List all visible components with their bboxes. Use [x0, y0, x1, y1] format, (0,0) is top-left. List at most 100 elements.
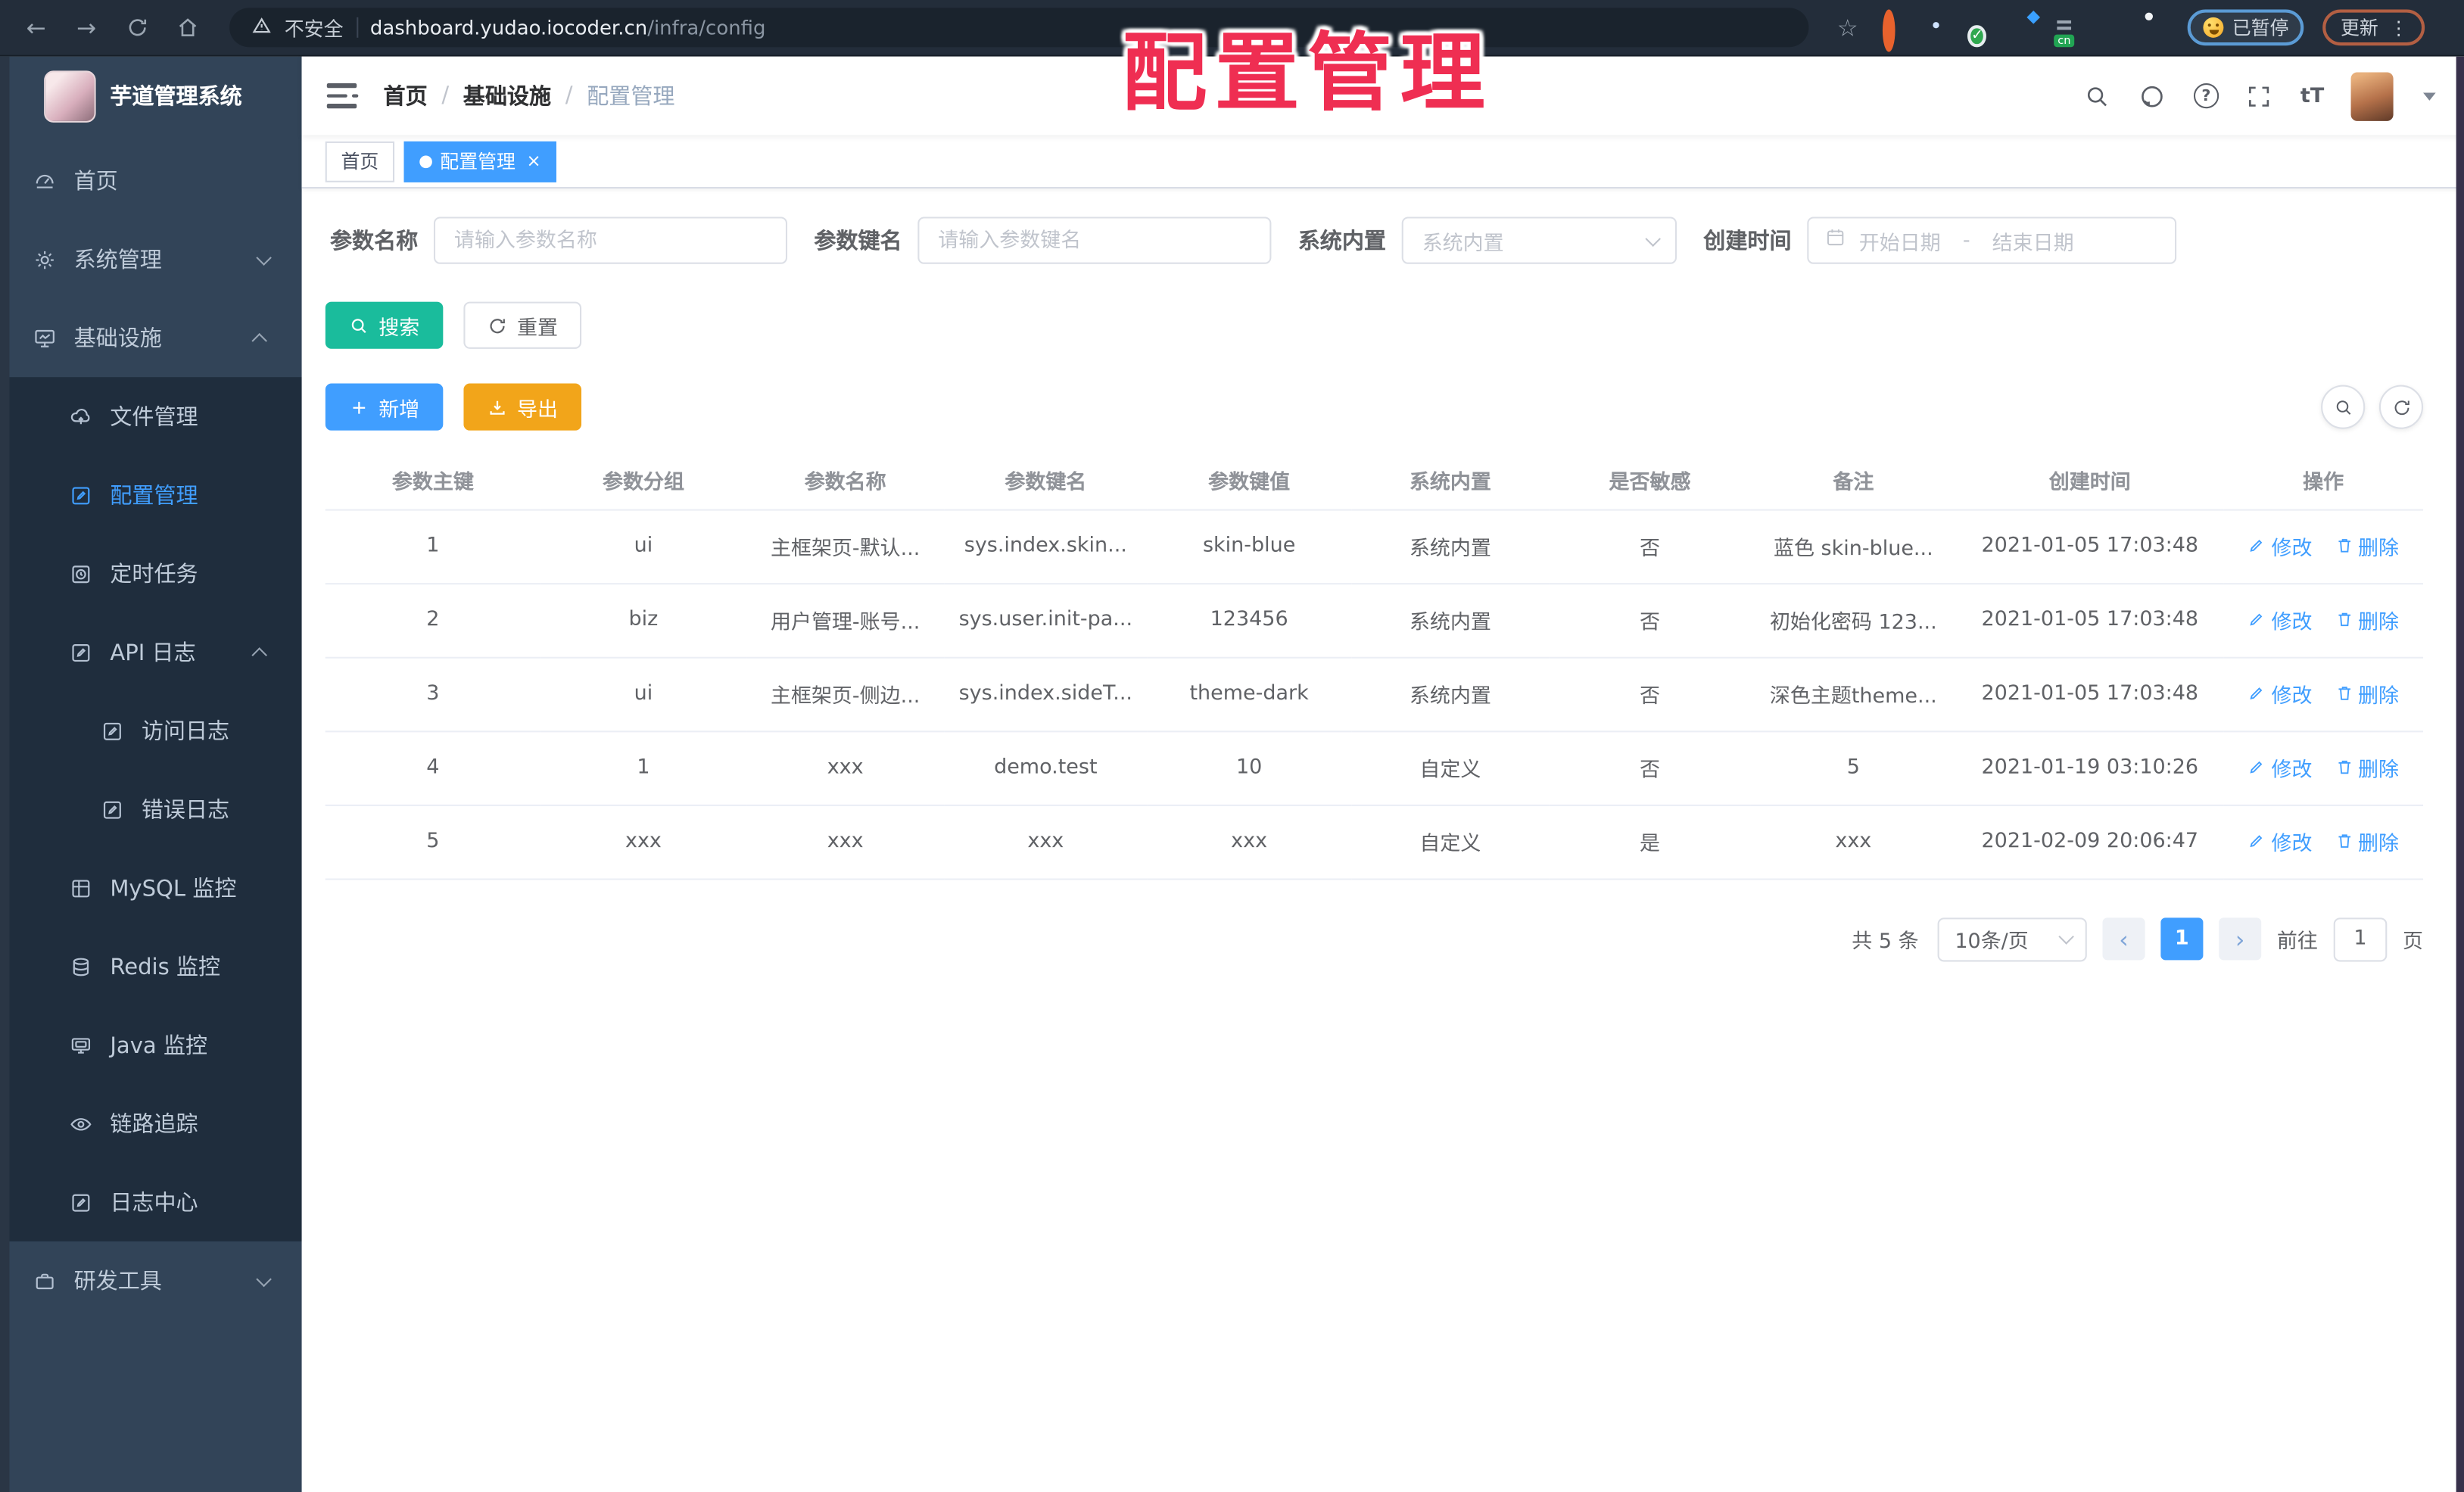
sidebar-item-file-manage[interactable]: 文件管理: [0, 377, 302, 456]
bookmark-star-icon[interactable]: ☆: [1837, 14, 1858, 42]
delete-link[interactable]: 删除: [2335, 826, 2399, 856]
user-avatar[interactable]: [2350, 71, 2394, 120]
cell-group: ui: [540, 509, 746, 584]
edit-link[interactable]: 修改: [2248, 678, 2312, 709]
param-name-label: 参数名称: [329, 229, 419, 255]
delete-link[interactable]: 删除: [2335, 752, 2399, 782]
sidebar-item-access-log[interactable]: 访问日志: [0, 691, 302, 770]
sidebar-item-mysql-monitor[interactable]: MySQL 监控: [0, 849, 302, 927]
tab-home[interactable]: 首页: [325, 140, 395, 182]
github-icon[interactable]: [2138, 82, 2167, 110]
delete-link[interactable]: 删除: [2335, 678, 2399, 709]
column-header: 参数分组: [540, 452, 746, 510]
extension-icon-green-sprout[interactable]: [2095, 15, 2120, 40]
refresh-icon: [128, 19, 146, 36]
browser-home-button[interactable]: [167, 7, 207, 48]
paused-extension-badge[interactable]: 已暂停: [2188, 9, 2305, 46]
goto-page-input[interactable]: [2333, 917, 2388, 961]
tab-close-icon[interactable]: ×: [526, 151, 540, 169]
sidebar-item-java-monitor[interactable]: Java 监控: [0, 1006, 302, 1085]
sidebar-item-infra[interactable]: 基础设施: [0, 298, 302, 377]
search-button[interactable]: 搜索: [325, 301, 444, 349]
edit-link[interactable]: 修改: [2248, 752, 2312, 782]
delete-link[interactable]: 删除: [2335, 605, 2399, 634]
app-logo-row[interactable]: 芋道管理系统: [0, 57, 302, 135]
prev-page-button[interactable]: ‹: [2102, 917, 2145, 961]
extension-icon-orange-ring[interactable]: [1883, 8, 1908, 51]
tab-config-manage[interactable]: 配置管理 ×: [403, 140, 557, 182]
breadcrumb-separator: /: [441, 83, 450, 109]
refresh-table-button[interactable]: [2378, 385, 2424, 429]
sidebar-item-dev-tools[interactable]: 研发工具: [0, 1241, 302, 1320]
breadcrumb-infra[interactable]: 基础设施: [463, 80, 551, 112]
cell-created: 2021-01-05 17:03:48: [1956, 656, 2224, 732]
edit-square-icon: [69, 1190, 92, 1213]
sidebar-item-home[interactable]: 首页: [0, 142, 302, 220]
browser-refresh-button[interactable]: [117, 7, 157, 48]
fullscreen-icon[interactable]: [2245, 82, 2273, 110]
sidebar-item-redis-monitor[interactable]: Redis 监控: [0, 927, 302, 1006]
cell-created: 2021-01-05 17:03:48: [1956, 509, 2224, 584]
tab-label: 配置管理: [440, 151, 516, 173]
cell-value: theme-dark: [1147, 656, 1352, 732]
add-button[interactable]: 新增: [325, 383, 444, 431]
delete-link[interactable]: 删除: [2335, 531, 2399, 561]
chevron-down-icon: [256, 249, 272, 265]
breadcrumb-home[interactable]: 首页: [384, 80, 428, 112]
help-icon[interactable]: ?: [2193, 83, 2219, 109]
sidebar-item-system[interactable]: 系统管理: [0, 220, 302, 299]
breadcrumb-separator: /: [565, 83, 573, 109]
browser-update-button[interactable]: 更新 ⋮: [2323, 9, 2426, 46]
reset-button[interactable]: 重置: [463, 301, 582, 349]
param-key-input[interactable]: [917, 216, 1272, 264]
sidebar-item-label: Java 监控: [110, 1033, 208, 1060]
browser-menu-icon[interactable]: ⋮: [2389, 17, 2408, 39]
browser-back-button[interactable]: ←: [16, 7, 57, 48]
extension-icon-blue-pin[interactable]: [1926, 15, 1951, 40]
cell-remark: 5: [1750, 730, 1957, 805]
page-size-value: 10条/页: [1955, 930, 2029, 955]
column-header: 创建时间: [1956, 452, 2224, 510]
address-bar[interactable]: 不安全 dashboard.yudao.iocoder.cn/infra/con…: [229, 8, 1809, 48]
toggle-search-button[interactable]: [2321, 385, 2366, 429]
avatar-caret-down-icon[interactable]: [2423, 92, 2436, 100]
sidebar-item-api-log[interactable]: API 日志: [0, 613, 302, 692]
cell-name: 主框架页-默认...: [746, 509, 945, 584]
date-range-picker[interactable]: 开始日期 - 结束日期: [1807, 216, 2177, 264]
sidebar-item-label: 定时任务: [110, 562, 198, 588]
font-size-icon[interactable]: tT: [2300, 84, 2324, 107]
cell-name: xxx: [746, 804, 945, 880]
search-icon[interactable]: [2083, 82, 2111, 110]
extension-icon-green-check[interactable]: ✓: [1967, 15, 1993, 47]
sidebar-toggle-hamburger-icon[interactable]: [326, 83, 359, 108]
sidebar-item-error-log[interactable]: 错误日志: [0, 770, 302, 849]
next-page-button[interactable]: ›: [2219, 917, 2262, 961]
date-start-placeholder: 开始日期: [1858, 232, 1941, 256]
extensions-puzzle-icon[interactable]: [2138, 15, 2163, 40]
cell-sensitive: 否: [1549, 730, 1751, 805]
page-number-1[interactable]: 1: [2160, 917, 2204, 961]
page-scrollbar[interactable]: [2456, 56, 2464, 1492]
page-size-select[interactable]: 10条/页: [1937, 917, 2087, 961]
sidebar-item-label: MySQL 监控: [110, 877, 237, 902]
column-header: 系统内置: [1351, 452, 1550, 510]
builtin-type-select[interactable]: 系统内置: [1401, 216, 1677, 264]
browser-forward-button[interactable]: →: [66, 7, 107, 48]
cell-id: 4: [325, 730, 541, 805]
column-header: 参数键值: [1147, 452, 1352, 510]
param-name-input[interactable]: [433, 216, 788, 264]
button-label: 新增: [378, 398, 420, 422]
sidebar-item-log-center[interactable]: 日志中心: [0, 1163, 302, 1241]
sidebar-item-tracing[interactable]: 链路追踪: [0, 1084, 302, 1163]
extension-icon-translate-cn[interactable]: cn: [2053, 15, 2078, 47]
edit-link[interactable]: 修改: [2248, 605, 2312, 634]
edit-link[interactable]: 修改: [2248, 531, 2312, 561]
edit-link[interactable]: 修改: [2248, 826, 2312, 856]
button-label: 重置: [517, 316, 559, 341]
sidebar-item-config-manage[interactable]: 配置管理: [0, 456, 302, 534]
export-button[interactable]: 导出: [463, 383, 582, 431]
sidebar-item-scheduled-jobs[interactable]: 定时任务: [0, 534, 302, 613]
cell-group: ui: [540, 656, 746, 732]
extension-icon-gray-grid[interactable]: [2011, 15, 2036, 40]
gear-icon: [33, 248, 57, 271]
